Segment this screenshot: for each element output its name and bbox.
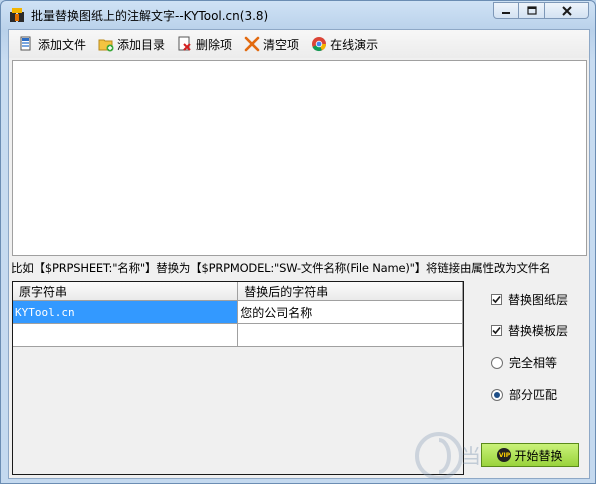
main-panel: 添加文件 添加目录 删除项 清空项 在线演示 比如【$PRPSHEET:"名称"…	[8, 29, 590, 480]
online-demo-button[interactable]: 在线演示	[307, 33, 382, 55]
checkmark-icon	[492, 326, 501, 335]
minimize-button[interactable]	[493, 2, 519, 19]
window-title: 批量替换图纸上的注解文字--KYTool.cn(3.8)	[31, 9, 269, 23]
clear-icon	[244, 36, 260, 52]
add-file-button[interactable]: 添加文件	[15, 33, 90, 55]
toolbar: 添加文件 添加目录 删除项 清空项 在线演示	[9, 30, 589, 58]
window-controls	[493, 2, 589, 20]
checkmark-icon	[492, 295, 501, 304]
replace-template-layer-label: 替换模板层	[508, 324, 569, 338]
app-window: 批量替换图纸上的注解文字--KYTool.cn(3.8) 添加文件 添加目录 删…	[0, 0, 596, 484]
exact-match-label: 完全相等	[509, 356, 558, 370]
close-icon	[561, 5, 572, 16]
minimize-icon	[502, 11, 510, 14]
online-demo-label: 在线演示	[330, 37, 379, 52]
replace-grid: 原字符串 替换后的字符串 KYTool.cn 您的公司名称	[13, 282, 463, 347]
column-header-replacement[interactable]: 替换后的字符串	[237, 282, 463, 301]
maximize-button[interactable]	[519, 2, 545, 19]
replace-drawing-layer-checkbox[interactable]: 替换图纸层	[491, 291, 568, 308]
vip-badge: VIP	[497, 448, 512, 462]
exact-match-radio[interactable]: 完全相等	[491, 354, 557, 371]
radio-circle[interactable]	[491, 356, 503, 369]
replace-table[interactable]: 原字符串 替换后的字符串 KYTool.cn 您的公司名称	[12, 281, 464, 475]
maximize-icon	[526, 6, 537, 15]
column-header-original[interactable]: 原字符串	[13, 282, 239, 301]
delete-item-button[interactable]: 删除项	[173, 33, 236, 55]
cell-original[interactable]	[13, 323, 239, 347]
browser-icon	[312, 37, 327, 52]
cell-original[interactable]: KYTool.cn	[13, 300, 239, 324]
partial-match-label: 部分匹配	[509, 388, 558, 402]
radio-circle[interactable]	[491, 388, 503, 401]
add-file-icon	[20, 36, 31, 51]
cell-replacement[interactable]: 您的公司名称	[237, 300, 463, 324]
close-button[interactable]	[545, 2, 589, 19]
table-header-row: 原字符串 替换后的字符串	[13, 282, 463, 301]
add-folder-icon	[98, 39, 114, 52]
checkbox-box[interactable]	[491, 294, 502, 305]
start-replace-button[interactable]: VIP 开始替换	[481, 443, 579, 467]
table-row[interactable]	[13, 323, 463, 347]
cell-replacement[interactable]	[237, 323, 463, 347]
clear-button[interactable]: 清空项	[240, 33, 303, 55]
delete-item-icon	[178, 36, 191, 51]
replace-drawing-layer-label: 替换图纸层	[508, 293, 569, 307]
title-bar: 批量替换图纸上的注解文字--KYTool.cn(3.8)	[1, 1, 595, 29]
replace-template-layer-checkbox[interactable]: 替换模板层	[491, 322, 568, 339]
table-row[interactable]: KYTool.cn 您的公司名称	[13, 300, 463, 324]
partial-match-radio[interactable]: 部分匹配	[491, 386, 557, 403]
add-folder-label: 添加目录	[117, 37, 166, 52]
add-file-label: 添加文件	[38, 37, 87, 52]
file-list[interactable]	[12, 60, 587, 256]
start-replace-label: 开始替换	[514, 448, 563, 463]
delete-item-label: 删除项	[196, 37, 233, 52]
clear-label: 清空项	[263, 37, 300, 52]
usage-hint: 比如【$PRPSHEET:"名称"】替换为【$PRPMODEL:"SW-文件名称…	[11, 261, 551, 275]
add-folder-button[interactable]: 添加目录	[94, 33, 169, 55]
checkbox-box[interactable]	[491, 325, 502, 336]
app-icon	[10, 8, 24, 22]
